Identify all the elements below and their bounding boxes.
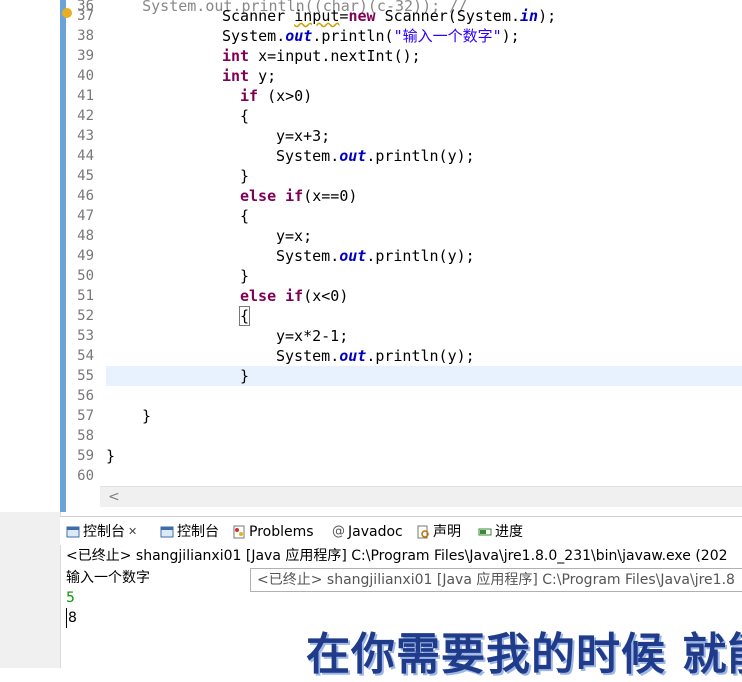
console-tab-bar: 控制台 ✕ 控制台 Problems @ Javadoc 声明 进度 [60,516,742,545]
code-line: int y; [222,67,277,85]
code-token: else [240,187,277,205]
code-token: if [240,87,259,105]
code-token: "输入一个数字" [393,27,502,45]
tab-label: Problems [249,524,314,540]
code-line: else if(x==0) [240,187,358,205]
console-input-line: 5 [66,590,75,606]
line-number: 52 [77,308,94,324]
line-number: 54 [77,348,94,364]
code-token: System [276,347,331,365]
code-line: } [240,267,250,285]
code-token: .println( [312,27,394,45]
code-line: } [142,407,152,425]
line-number: 42 [77,108,94,124]
tab-console[interactable]: 控制台 [160,521,219,543]
horizontal-scrollbar[interactable]: < [100,486,742,507]
console-icon [160,526,174,538]
matching-brace: { [238,306,251,326]
code-token: out [285,27,313,45]
code-token: System [276,247,331,265]
tab-problems[interactable]: Problems [232,521,314,543]
code-line: System.out.println("输入一个数字"); [222,27,520,45]
code-token: else [240,287,277,305]
line-number: 58 [77,428,94,444]
tab-label: 控制台 [177,524,219,540]
line-number: 41 [77,88,94,104]
code-line: { [240,207,250,225]
code-line: int x=input.nextInt(); [222,47,421,65]
warning-marker-icon[interactable] [62,8,72,18]
line-number: 46 [77,188,94,204]
console-line: 8 [66,608,77,628]
code-line: } [240,167,250,185]
code-token: new [348,7,376,25]
close-icon[interactable]: ✕ [128,521,137,543]
line-number: 49 [77,248,94,264]
code-token: Scanner [222,7,286,25]
code-editor[interactable]: 36 37 38 39 40 41 42 43 44 45 46 47 48 4… [0,0,742,512]
console-line: 输入一个数字 [66,570,150,586]
tab-progress[interactable]: 进度 [478,521,523,543]
code-line: } [240,367,250,385]
code-token: out [339,247,367,265]
line-number: 43 [77,128,94,144]
at-icon: @ [332,524,345,539]
code-line: System.out.println(y); [276,347,475,365]
code-line: { [238,306,742,326]
code-line: y=x+3; [276,127,331,145]
tab-declaration[interactable]: 声明 [416,521,461,543]
line-number: 38 [77,28,94,44]
code-token: if [285,187,304,205]
line-number: 39 [77,48,94,64]
line-number: 40 [77,68,94,84]
code-line: Scanner input=new Scanner(System.in); [222,7,557,25]
code-line: y=x; [276,227,313,245]
problems-icon [233,525,245,539]
line-number: 44 [77,148,94,164]
code-token: int [222,47,250,65]
code-token: Scanner [384,7,448,25]
code-token: if [285,287,304,305]
scroll-left-arrow-icon[interactable]: < [108,487,120,507]
progress-icon [478,528,492,536]
code-token: System [222,27,277,45]
line-number: 59 [77,448,94,464]
line-number: 56 [77,388,94,404]
tab-label: 进度 [495,524,523,540]
tab-label: Javadoc [348,524,403,540]
console-process-header: <已终止> shangjilianxi01 [Java 应用程序] C:\Pro… [66,548,728,564]
line-number: 47 [77,208,94,224]
console-icon [66,526,80,538]
code-line: { [240,107,250,125]
code-token: System [456,7,511,25]
line-number: 51 [77,288,94,304]
line-number: 48 [77,228,94,244]
code-line: System.out.println(y); [276,247,475,265]
code-line: System.out.println(y); [276,147,475,165]
code-token: input [294,7,340,25]
tab-javadoc[interactable]: @ Javadoc [332,521,403,543]
declaration-icon [417,525,429,539]
code-token: out [339,147,367,165]
code-token: in [520,7,539,25]
subtitle-overlay: 在你需要我的时候 就能 [306,629,742,680]
line-number: 60 [77,468,94,484]
code-token: out [339,347,367,365]
code-line: if (x>0) [240,87,313,105]
code-token: System [276,147,331,165]
code-token: int [222,67,250,85]
tab-console-active[interactable]: 控制台 ✕ [66,521,137,543]
line-number: 53 [77,328,94,344]
line-number: 50 [77,268,94,284]
code-line: else if(x<0) [240,287,349,305]
line-number: 45 [77,168,94,184]
tab-label: 控制台 [83,524,125,540]
hover-tooltip: <已终止> shangjilianxi01 [Java 应用程序] C:\Pro… [250,568,742,592]
code-line: y=x*2-1; [276,327,349,345]
line-number: 55 [77,368,94,384]
tab-label: 声明 [433,524,461,540]
code-line: } [106,447,116,465]
line-number: 57 [77,408,94,424]
